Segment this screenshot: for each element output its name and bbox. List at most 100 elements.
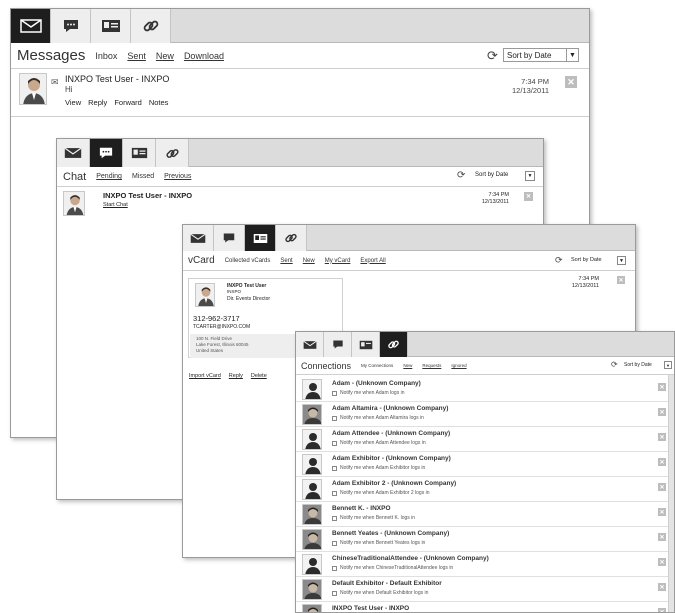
connection-row[interactable]: Bennett Yeates - (Unknown Company) Notify… [296,527,674,552]
nav-download[interactable]: Download [184,51,224,61]
envelope-icon [302,340,317,349]
tab-messages[interactable] [57,139,90,167]
nav-my-connections[interactable]: My Connections [361,363,393,368]
refresh-icon[interactable]: ⟳ [555,255,563,266]
notify-checkbox[interactable] [332,440,337,446]
connection-name: Adam - (Unknown Company) [332,380,421,387]
tab-messages[interactable] [11,9,51,43]
card-email[interactable]: TCARTER@INXPO.COM [193,324,250,330]
notify-checkbox[interactable] [332,515,337,521]
remove-connection-button[interactable]: ✕ [658,508,666,516]
tab-messages[interactable] [296,332,324,357]
nav-ignored[interactable]: Ignored [451,363,466,368]
forward-link[interactable]: Forward [114,98,142,107]
sort-label[interactable]: Sort by Date [571,257,602,263]
refresh-icon[interactable]: ⟳ [487,48,498,64]
notify-checkbox[interactable] [332,590,337,596]
delete-link[interactable]: Delete [251,373,267,379]
connection-row[interactable]: Adam Exhibitor 2 - (Unknown Company) Noti… [296,477,674,502]
notify-label: Notify me when Adam Exhibitor 2 logs in [340,490,430,496]
connection-row[interactable]: ChineseTraditionalAttendee - (Unknown Co… [296,552,674,577]
reply-link[interactable]: Reply [88,98,107,107]
nav-missed[interactable]: Missed [132,173,154,180]
nav-requests[interactable]: Requests [422,363,441,368]
person-silhouette-icon [302,479,322,500]
nav-my-vcard[interactable]: My vCard [325,258,351,264]
connection-row[interactable]: Default Exhibitor - Default Exhibitor Not… [296,577,674,602]
tab-vcard[interactable] [91,9,131,43]
chevron-down-icon[interactable]: ▼ [617,256,626,265]
tab-messages[interactable] [183,225,214,251]
tab-vcard[interactable] [123,139,156,167]
tab-connections[interactable] [131,9,171,43]
nav-collected-vcards[interactable]: Collected vCards [225,258,271,264]
notify-checkbox[interactable] [332,390,337,396]
page-title: Connections [301,360,352,371]
tab-connections[interactable] [380,332,408,357]
sort-select[interactable]: Sort by Date ▼ [503,48,579,62]
scrollbar[interactable] [668,375,674,612]
tab-connections[interactable] [156,139,189,167]
chevron-down-icon[interactable]: ▼ [664,361,672,369]
connection-row[interactable]: Adam Altamira - (Unknown Company) Notify … [296,402,674,427]
refresh-icon[interactable]: ⟳ [457,170,465,181]
connection-row[interactable]: Adam Attendee - (Unknown Company) Notify … [296,427,674,452]
page-title: Messages [17,47,86,64]
remove-connection-button[interactable]: ✕ [658,483,666,491]
refresh-icon[interactable]: ⟳ [611,360,618,369]
notify-checkbox[interactable] [332,415,337,421]
sort-label[interactable]: Sort by Date [624,362,652,368]
remove-connection-button[interactable]: ✕ [658,383,666,391]
nav-previous[interactable]: Previous [164,173,191,180]
tab-vcard[interactable] [352,332,380,357]
view-link[interactable]: View [65,98,81,107]
delete-button[interactable]: ✕ [565,76,577,88]
remove-connection-button[interactable]: ✕ [658,433,666,441]
tab-chat[interactable] [214,225,245,251]
tab-connections[interactable] [276,225,307,251]
notify-checkbox[interactable] [332,490,337,496]
remove-connection-button[interactable]: ✕ [658,533,666,541]
remove-connection-button[interactable]: ✕ [658,608,666,612]
notify-checkbox[interactable] [332,540,337,546]
import-vcard-link[interactable]: Import vCard [189,373,221,379]
card-company: INXPO [227,289,242,294]
remove-connection-button[interactable]: ✕ [658,583,666,591]
remove-connection-button[interactable]: ✕ [658,408,666,416]
nav-export-all[interactable]: Export All [360,258,385,264]
message-actions: View Reply Forward Notes [65,98,168,107]
connection-row[interactable]: INXPO Test User - INXPO ✕ [296,602,674,612]
tab-vcard[interactable] [245,225,276,251]
chevron-down-icon[interactable]: ▼ [525,171,535,181]
delete-button[interactable]: ✕ [524,192,533,201]
nav-sent[interactable]: Sent [280,258,292,264]
nav-new[interactable]: New [403,363,412,368]
nav-new[interactable]: New [303,258,315,264]
nav-new[interactable]: New [156,51,174,61]
tab-chat[interactable] [51,9,91,43]
notify-checkbox[interactable] [332,565,337,571]
nav-inbox[interactable]: Inbox [95,51,117,61]
remove-connection-button[interactable]: ✕ [658,558,666,566]
notes-link[interactable]: Notes [149,98,169,107]
nav-sent[interactable]: Sent [127,51,146,61]
chevron-down-icon: ▼ [566,49,578,61]
connection-row[interactable]: Bennett K. - INXPO Notify me when Bennett… [296,502,674,527]
nav-pending[interactable]: Pending [96,173,122,180]
remove-connection-button[interactable]: ✕ [658,458,666,466]
reply-link[interactable]: Reply [229,373,243,379]
sort-label[interactable]: Sort by Date [475,172,508,178]
envelope-icon [64,147,82,158]
tab-chat[interactable] [90,139,123,167]
delete-button[interactable]: ✕ [617,276,625,284]
connection-row[interactable]: Adam - (Unknown Company) Notify me when A… [296,377,674,402]
start-chat-link[interactable]: Start Chat [103,202,128,208]
chat-item[interactable]: INXPO Test User - INXPO Start Chat 7:34 … [57,187,543,221]
envelope-icon [19,19,42,33]
tab-chat[interactable] [324,332,352,357]
connection-row[interactable]: Adam Exhibitor - (Unknown Company) Notify… [296,452,674,477]
message-item[interactable]: ✉ INXPO Test User - INXPO Hi View Reply … [11,69,589,117]
vcard-header: vCard Collected vCards Sent New My vCard… [183,251,635,271]
notify-checkbox[interactable] [332,465,337,471]
chat-from: INXPO Test User - INXPO [103,191,193,200]
